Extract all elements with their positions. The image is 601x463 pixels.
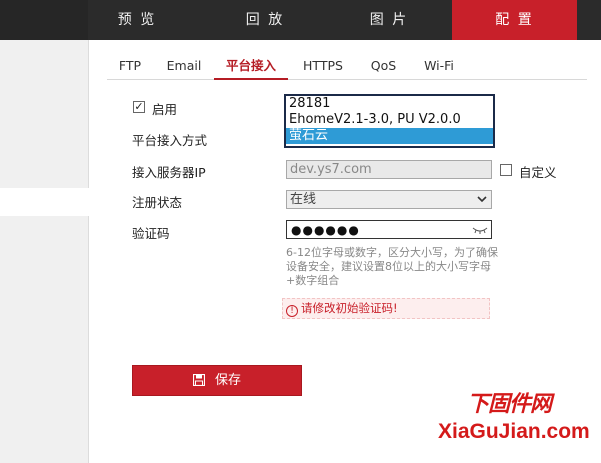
config-sidebar [0,40,89,463]
top-navigation-bar: 预 览 回 放 图 片 配 置 [0,0,601,40]
register-status-label: 注册状态 [132,195,183,210]
nav-configuration[interactable]: 配 置 [452,0,577,40]
save-button[interactable]: 保存 [132,365,302,396]
custom-ip-label: 自定义 [519,165,557,180]
access-mode-dropdown[interactable]: 28181 EhomeV2.1-3.0, PU V2.0.0 萤石云 [284,94,495,148]
tab-email[interactable]: Email [159,54,209,80]
watermark-logo-cn: 下固件网 [467,392,552,417]
nav-picture[interactable]: 图 片 [340,0,438,40]
tab-ftp[interactable]: FTP [107,54,153,80]
warning-icon: ! [286,305,298,317]
tab-bar: FTP Email 平台接入 HTTPS QoS Wi-Fi [107,54,587,80]
verification-code-label: 验证码 [132,226,170,241]
hidden-eye-icon[interactable] [472,225,488,235]
error-text: 请修改初始验证码! [301,301,398,315]
custom-ip-checkbox[interactable] [500,164,512,176]
access-mode-label: 平台接入方式 [132,133,208,148]
verification-code-input[interactable]: ●●●●●● [286,220,492,239]
access-mode-option-ezviz[interactable]: 萤石云 [286,128,493,144]
server-ip-label: 接入服务器IP [132,165,206,180]
logo-area [0,0,88,40]
verification-code-value: ●●●●●● [291,223,360,237]
error-message: ! 请修改初始验证码! [282,298,490,319]
register-status-value: 在线 [290,192,317,207]
save-label: 保存 [214,373,241,388]
access-mode-option-ehome[interactable]: EhomeV2.1-3.0, PU V2.0.0 [286,112,493,128]
watermark-logo-en: XiaGuJian.com [438,420,590,443]
access-mode-option-28181[interactable]: 28181 [286,96,493,112]
tab-platform-access[interactable]: 平台接入 [214,54,288,80]
tab-wifi[interactable]: Wi-Fi [415,54,463,80]
server-ip-input[interactable]: dev.ys7.com [286,160,492,179]
enable-label: 启用 [152,102,178,117]
tab-qos[interactable]: QoS [361,54,406,80]
enable-checkbox[interactable]: ✓ [133,101,145,113]
sidebar-item-selected[interactable] [0,188,89,216]
tab-https[interactable]: HTTPS [293,54,353,80]
verification-code-hint: 6-12位字母或数字，区分大小写，为了确保设备安全，建议设置8位以上的大小写字母… [286,246,498,287]
register-status-select[interactable]: 在线 [286,190,492,209]
nav-playback[interactable]: 回 放 [216,0,314,40]
nav-preview[interactable]: 预 览 [88,0,186,40]
floppy-disk-icon [192,374,205,386]
chevron-down-icon [477,196,487,203]
